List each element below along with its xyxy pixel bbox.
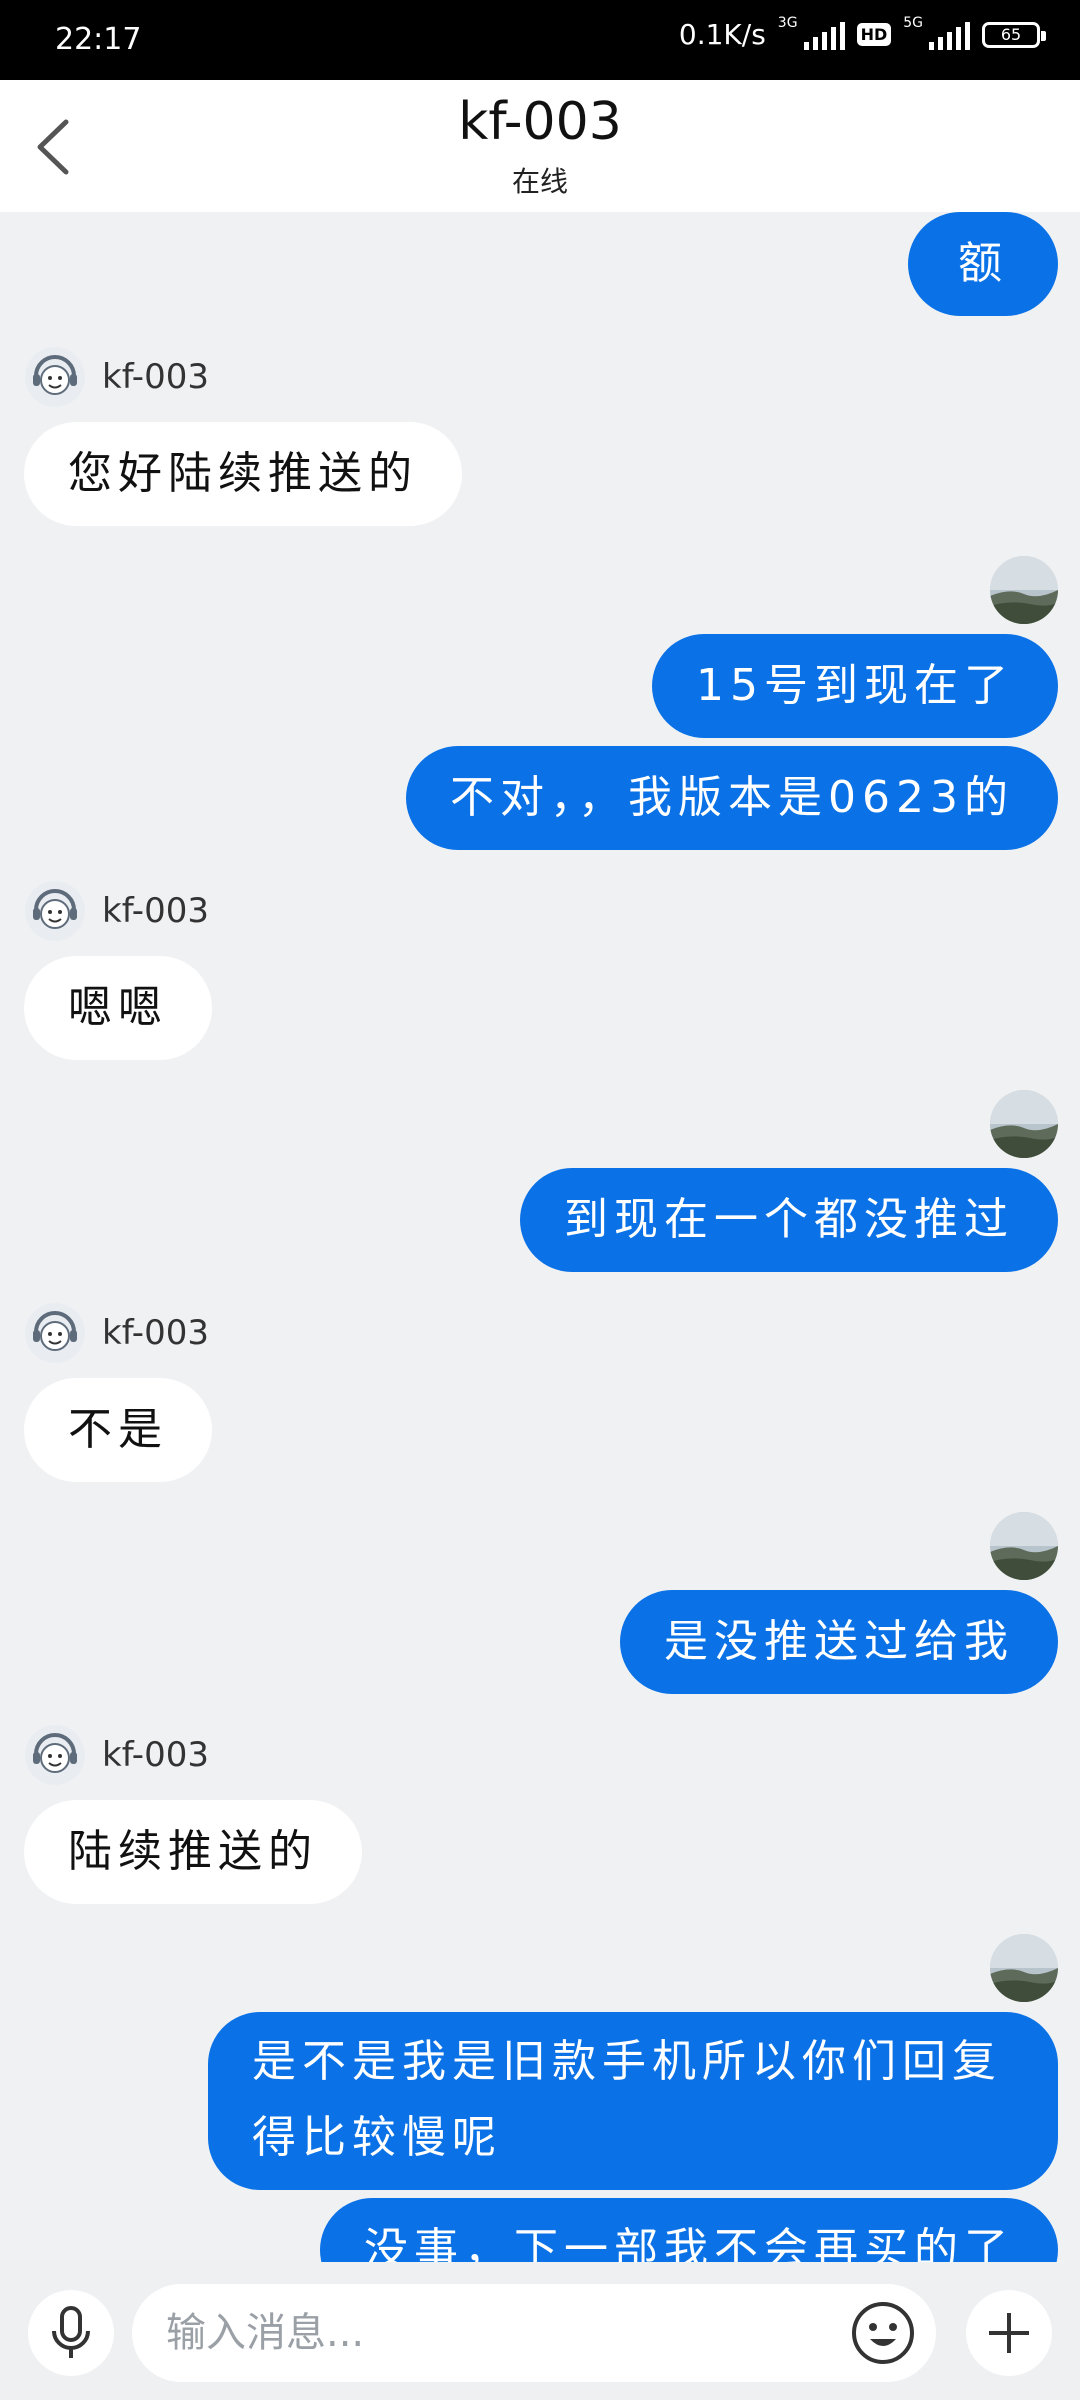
net-speed: 0.1K/s <box>678 18 766 51</box>
agent-header: kf-003 <box>24 344 209 410</box>
status-bar: 22:17 0.1K/s 3G HD 5G 65 <box>0 0 1080 80</box>
agent-header: kf-003 <box>24 878 209 944</box>
message-bubble-sent[interactable]: 15号到现在了 <box>652 634 1058 738</box>
signal-icon-2 <box>929 20 970 50</box>
agent-name: kf-003 <box>102 357 209 397</box>
emoji-icon[interactable] <box>850 2300 916 2366</box>
more-button[interactable] <box>966 2290 1052 2376</box>
message-bubble-sent[interactable]: 不对，，我版本是0623的 <box>406 746 1058 850</box>
battery-level: 65 <box>1000 24 1022 44</box>
message-bubble-sent[interactable]: 额 <box>908 212 1058 316</box>
user-avatar-image <box>990 1512 1058 1580</box>
plus-icon <box>989 2313 1029 2353</box>
message-bubble-received[interactable]: 陆续推送的 <box>24 1800 362 1904</box>
status-time: 22:17 <box>55 22 142 57</box>
message-input[interactable]: 输入消息... <box>132 2284 936 2382</box>
voice-button[interactable] <box>28 2290 114 2376</box>
agent-name: kf-003 <box>102 1735 209 1775</box>
agent-name: kf-003 <box>102 891 209 931</box>
net-type-3g: 3G <box>777 14 798 31</box>
message-bubble-sent[interactable]: 到现在一个都没推过 <box>520 1168 1058 1272</box>
agent-name: kf-003 <box>102 1313 209 1353</box>
user-avatar[interactable] <box>990 1934 1058 2002</box>
agent-header: kf-003 <box>24 1300 209 1366</box>
message-bubble-sent[interactable]: 是不是我是旧款手机所以你们回复得比较慢呢 <box>208 2012 1058 2190</box>
message-list[interactable]: 额 kf-003 您好陆续推送的 15号到现在了 不对，，我版本是0623的 k… <box>0 212 1080 2262</box>
user-avatar[interactable] <box>990 1090 1058 1158</box>
message-bubble-received[interactable]: 您好陆续推送的 <box>24 422 462 526</box>
message-bubble-sent[interactable]: 没事，下一部我不会再买的了 <box>320 2198 1058 2262</box>
online-status: 在线 <box>511 165 568 198</box>
agent-avatar-icon[interactable] <box>24 346 86 408</box>
message-bubble-sent[interactable]: 是没推送过给我 <box>620 1590 1058 1694</box>
chat-title: kf-003 <box>458 92 622 152</box>
agent-avatar-icon[interactable] <box>24 1724 86 1786</box>
message-bubble-received[interactable]: 嗯嗯 <box>24 956 212 1060</box>
user-avatar[interactable] <box>990 556 1058 624</box>
message-input-placeholder: 输入消息... <box>166 2310 365 2356</box>
user-avatar-image <box>990 1934 1058 2002</box>
signal-icon <box>803 20 845 50</box>
input-bar: 输入消息... <box>0 2262 1080 2400</box>
microphone-icon <box>52 2306 90 2358</box>
message-bubble-received[interactable]: 不是 <box>24 1378 212 1482</box>
agent-avatar-icon[interactable] <box>24 1302 86 1364</box>
hd-badge: HD <box>856 23 892 46</box>
net-type-5g: 5G <box>903 14 923 31</box>
chat-header: kf-003 在线 <box>0 80 1080 212</box>
user-avatar[interactable] <box>990 1512 1058 1580</box>
user-avatar-image <box>990 556 1058 624</box>
user-avatar-image <box>990 1090 1058 1158</box>
agent-avatar-icon[interactable] <box>24 880 86 942</box>
agent-header: kf-003 <box>24 1722 209 1788</box>
status-icons: 0.1K/s 3G HD 5G 65 <box>678 14 1046 51</box>
battery-icon: 65 <box>982 21 1046 48</box>
